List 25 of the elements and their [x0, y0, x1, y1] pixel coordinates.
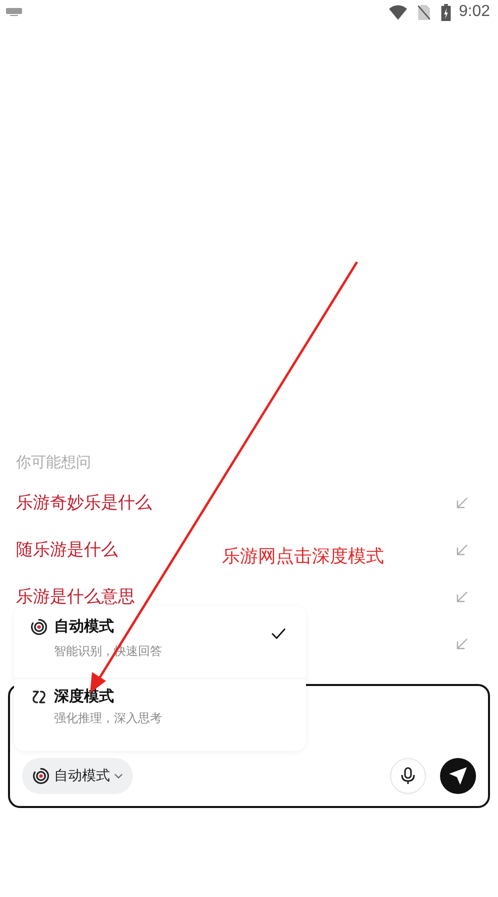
battery-icon — [440, 4, 451, 20]
fill-in-arrow-icon[interactable] — [456, 638, 468, 650]
fill-in-arrow-icon[interactable] — [456, 544, 468, 556]
target-icon — [32, 767, 50, 785]
suggestion-text[interactable]: 乐游奇妙乐是什么 — [16, 491, 152, 514]
fill-in-arrow-icon[interactable] — [456, 496, 468, 508]
no-sim-icon — [414, 4, 433, 20]
paper-plane-icon — [447, 765, 469, 787]
status-time: 9:02 — [458, 3, 490, 21]
fill-in-arrow-icon[interactable] — [456, 590, 468, 602]
mode-title: 自动模式 — [54, 617, 114, 636]
check-icon — [271, 628, 286, 639]
caret-icon — [114, 773, 123, 779]
suggestion-text[interactable]: 乐游是什么意思 — [16, 585, 135, 608]
keyboard-icon — [6, 8, 22, 16]
suggestions-heading: 你可能想问 — [16, 452, 92, 473]
suggestion-text[interactable]: 随乐游是什么 — [16, 538, 118, 561]
target-icon — [30, 618, 48, 636]
microphone-button[interactable] — [390, 758, 426, 794]
microphone-icon — [398, 766, 418, 786]
mode-description: 强化推理，深入思考 — [53, 710, 163, 727]
annotation-text: 乐游网点击深度模式 — [222, 545, 384, 568]
send-button[interactable] — [440, 758, 476, 794]
wifi-icon — [388, 4, 407, 20]
mode-selector[interactable]: 自动模式 — [22, 758, 133, 794]
